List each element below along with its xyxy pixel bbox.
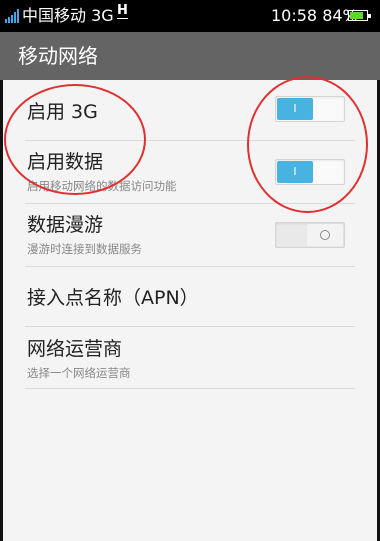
setting-apn[interactable]: 接入点名称（APN） [25, 267, 355, 327]
status-bar: 中国移动 3G H 10:58 84% [0, 0, 380, 32]
setting-subtitle: 漫游时连接到数据服务 [27, 242, 142, 256]
setting-subtitle: 选择一个网络运营商 [27, 366, 131, 380]
setting-subtitle: 启用移动网络的数据访问功能 [27, 179, 177, 193]
data-roaming-toggle[interactable] [275, 222, 345, 248]
setting-title: 网络运营商 [27, 338, 123, 360]
enable-data-toggle[interactable]: I [275, 159, 345, 185]
time-battery-label: 10:58 84% [271, 6, 358, 25]
setting-enable-data[interactable]: 启用数据 启用移动网络的数据访问功能 I [25, 141, 355, 204]
setting-network-operator[interactable]: 网络运营商 选择一个网络运营商 [25, 327, 355, 389]
signal-icon [5, 9, 21, 23]
settings-list: 启用 3G I 启用数据 启用移动网络的数据访问功能 I 数据漫游 漫游时连接到… [0, 80, 380, 541]
setting-enable-3g[interactable]: 启用 3G I [25, 80, 355, 141]
carrier-label: 中国移动 3G [22, 6, 114, 25]
title-bar: 移动网络 [0, 32, 380, 80]
page-title: 移动网络 [18, 44, 98, 68]
toggle-off-indicator [307, 224, 343, 246]
setting-data-roaming[interactable]: 数据漫游 漫游时连接到数据服务 [25, 204, 355, 267]
setting-title: 启用 3G [27, 101, 98, 123]
setting-title: 接入点名称（APN） [27, 287, 199, 309]
setting-title: 数据漫游 [27, 214, 104, 236]
battery-icon [348, 10, 371, 21]
hspa-icon: H [117, 3, 128, 19]
enable-3g-toggle[interactable]: I [275, 96, 345, 122]
setting-title: 启用数据 [27, 151, 104, 173]
toggle-on-indicator: I [277, 161, 313, 183]
toggle-on-indicator: I [277, 98, 313, 120]
